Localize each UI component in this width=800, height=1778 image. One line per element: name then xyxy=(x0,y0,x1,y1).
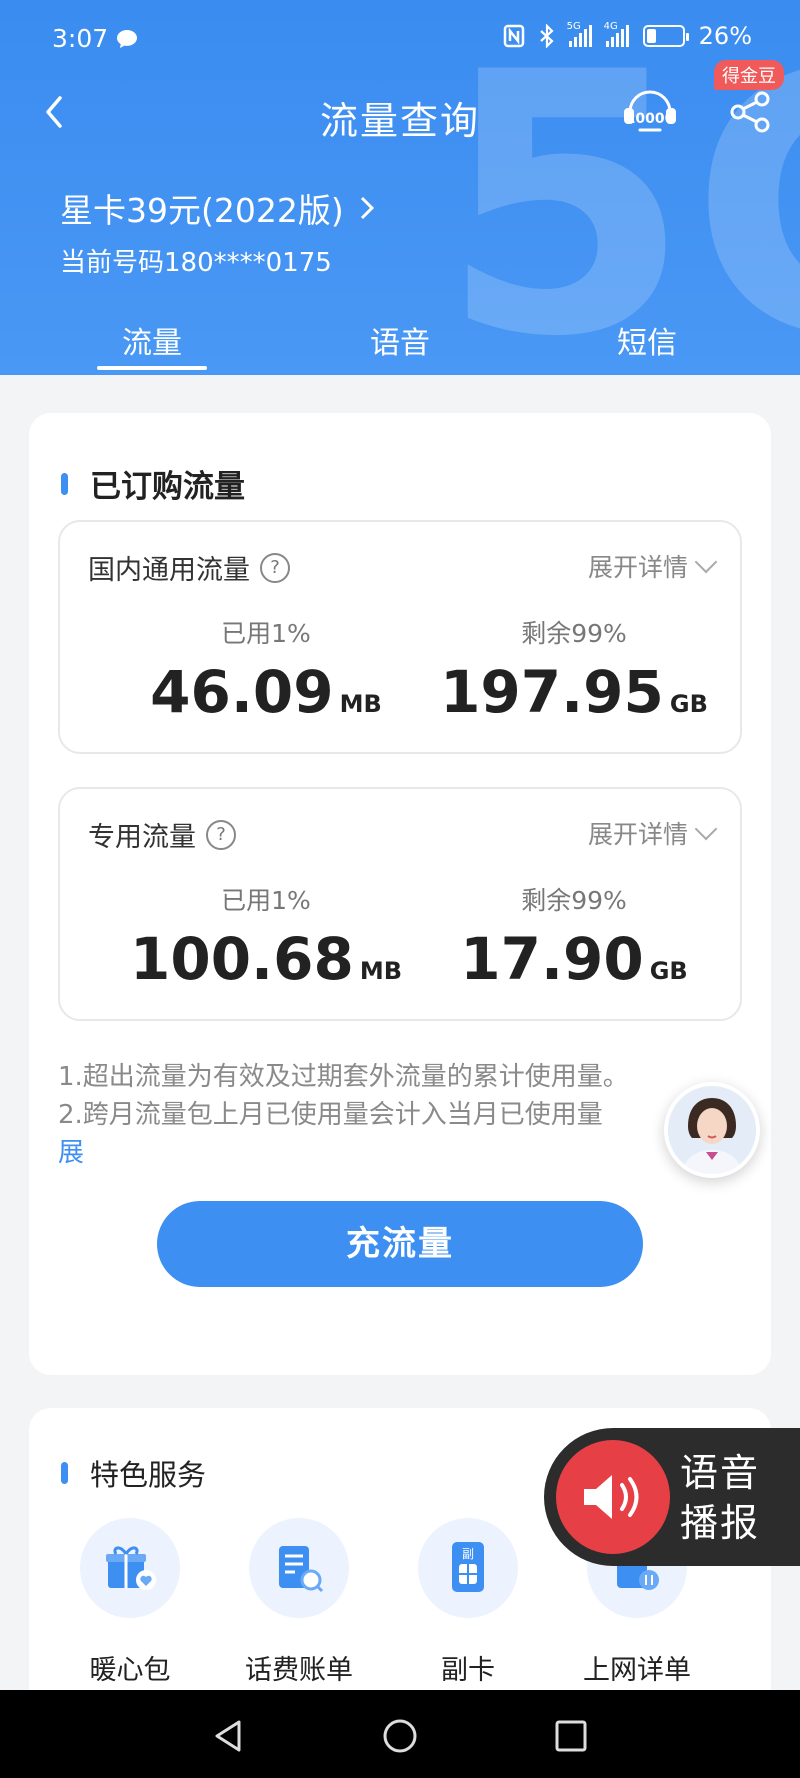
remaining-label: 剩余99% xyxy=(521,886,627,915)
signal-4g-icon: 4G xyxy=(604,21,629,47)
expand-details-button[interactable]: 展开详情 xyxy=(587,548,718,584)
status-time: 3:07 xyxy=(52,24,138,53)
service-secondary-card[interactable]: 副 副卡 xyxy=(388,1518,548,1687)
plan-name: 星卡39元(2022版) xyxy=(60,191,344,230)
help-icon[interactable]: ? xyxy=(206,819,236,850)
used-value: 100.68 xyxy=(129,925,354,993)
battery-icon xyxy=(642,25,689,47)
note-line-2: 2.跨月流量包上月已使用量会计入当月已使用量展 xyxy=(58,1096,698,1172)
expand-label: 展开详情 xyxy=(587,820,688,849)
assistant-avatar[interactable] xyxy=(664,1082,760,1178)
chevron-right-icon xyxy=(360,196,374,220)
domestic-data-box: 国内通用流量 ? 展开详情 已用1% 46.09 MB 剩余99% 197.95 G… xyxy=(58,520,742,754)
used-amount: 100.68 MB xyxy=(116,925,416,993)
remaining-stat: 剩余99% 197.95 GB xyxy=(424,614,724,726)
remaining-value: 197.95 xyxy=(440,658,664,726)
subscribed-data-card: 已订购流量 国内通用流量 ? 展开详情 已用1% 46.09 MB 剩余99% 1… xyxy=(29,413,771,1375)
used-value: 46.09 xyxy=(150,658,334,726)
service-label: 上网详单 xyxy=(583,1655,691,1686)
svg-text:副: 副 xyxy=(462,1547,474,1561)
remaining-stat: 剩余99% 17.90 GB xyxy=(424,881,724,993)
section-marker xyxy=(61,1462,68,1484)
svg-text:10000: 10000 xyxy=(626,111,675,127)
remaining-unit: GB xyxy=(649,957,688,985)
status-bar: 3:07 5G 4G 26% xyxy=(0,0,800,76)
gift-icon xyxy=(80,1518,180,1618)
dedicated-data-box: 专用流量 ? 展开详情 已用1% 100.68 MB 剩余99% 17.90 GB xyxy=(58,787,742,1021)
remaining-amount: 197.95 GB xyxy=(424,658,724,726)
phone-number: 当前号码180****0175 xyxy=(60,248,332,278)
remaining-amount: 17.90 GB xyxy=(424,925,724,993)
used-unit: MB xyxy=(339,690,382,718)
gold-bean-badge[interactable]: 得金豆 xyxy=(714,60,784,90)
box-title: 专用流量 ? xyxy=(88,815,236,854)
chevron-down-icon xyxy=(694,550,718,574)
box-title-text: 专用流量 xyxy=(88,822,196,853)
bluetooth-icon xyxy=(539,24,554,48)
sim-card-icon: 副 xyxy=(418,1518,518,1618)
tab-voice[interactable]: 语音 xyxy=(320,318,480,362)
used-label: 已用1% xyxy=(221,886,311,915)
expand-label: 展开详情 xyxy=(587,553,688,582)
voice-broadcast-button[interactable]: 语音 播报 xyxy=(544,1428,800,1566)
top-bar: 流量查询 10000 得金豆 xyxy=(0,60,800,150)
active-tab-indicator xyxy=(97,366,207,370)
status-icons: 5G 4G 26% xyxy=(503,21,752,50)
tab-data[interactable]: 流量 xyxy=(72,318,232,362)
battery-percent: 26% xyxy=(698,22,752,50)
message-icon xyxy=(117,29,138,48)
customer-service-icon[interactable]: 10000 xyxy=(622,86,678,136)
chevron-down-icon xyxy=(694,817,718,841)
used-stat: 已用1% 100.68 MB xyxy=(116,881,416,993)
remaining-unit: GB xyxy=(669,690,708,718)
note-line-1: 1.超出流量为有效及过期套外流量的累计使用量。 xyxy=(58,1062,629,1092)
service-phone-bill[interactable]: 话费账单 xyxy=(219,1518,379,1687)
section-title-text: 已订购流量 xyxy=(90,469,245,505)
nfc-icon xyxy=(503,24,524,48)
section-title: 特色服务 xyxy=(61,1452,206,1494)
signal-5g-icon: 5G xyxy=(567,21,592,47)
box-title: 国内通用流量 ? xyxy=(88,548,290,587)
service-label: 副卡 xyxy=(441,1655,495,1686)
nav-back-icon[interactable] xyxy=(209,1716,249,1756)
system-nav-bar xyxy=(0,1690,800,1778)
used-unit: MB xyxy=(359,957,402,985)
bill-icon xyxy=(249,1518,349,1618)
section-marker xyxy=(61,472,68,495)
help-icon[interactable]: ? xyxy=(260,552,290,583)
remaining-value: 17.90 xyxy=(460,925,644,993)
voice-label-line-1: 语音 xyxy=(680,1451,761,1495)
share-icon[interactable] xyxy=(728,90,772,134)
page-title: 流量查询 xyxy=(319,99,480,143)
recharge-data-button[interactable]: 充流量 xyxy=(157,1201,643,1287)
service-label: 话费账单 xyxy=(245,1655,353,1686)
service-label: 暖心包 xyxy=(89,1655,171,1686)
nav-home-icon[interactable] xyxy=(380,1716,420,1756)
section-title: 已订购流量 xyxy=(61,461,245,506)
service-warm-package[interactable]: 暖心包 xyxy=(50,1518,210,1687)
tab-sms[interactable]: 短信 xyxy=(567,318,727,362)
avatar-illustration xyxy=(668,1086,756,1174)
voice-label-line-2: 播报 xyxy=(680,1501,761,1545)
used-label: 已用1% xyxy=(221,619,311,648)
used-amount: 46.09 MB xyxy=(116,658,416,726)
nav-recents-icon[interactable] xyxy=(551,1716,591,1756)
tab-bar: 流量 语音 短信 xyxy=(0,318,800,375)
section-title-text: 特色服务 xyxy=(90,1458,207,1492)
used-stat: 已用1% 46.09 MB xyxy=(116,614,416,726)
box-title-text: 国内通用流量 xyxy=(88,555,250,586)
plan-selector[interactable]: 星卡39元(2022版) xyxy=(60,184,376,232)
usage-notes: 1.超出流量为有效及过期套外流量的累计使用量。 2.跨月流量包上月已使用量会计入… xyxy=(58,1058,698,1172)
clock: 3:07 xyxy=(52,24,109,53)
note-line-2-text: 2.跨月流量包上月已使用量会计入当月已使用量 xyxy=(58,1100,603,1130)
header: 5G 3:07 5G 4G 26% 流量查询 10000 得金豆 xyxy=(0,0,800,375)
expand-details-button[interactable]: 展开详情 xyxy=(587,815,718,851)
remaining-label: 剩余99% xyxy=(521,619,627,648)
note-expand-link[interactable]: 展 xyxy=(58,1134,698,1172)
voice-label: 语音 播报 xyxy=(680,1448,760,1548)
speaker-icon xyxy=(556,1440,670,1554)
